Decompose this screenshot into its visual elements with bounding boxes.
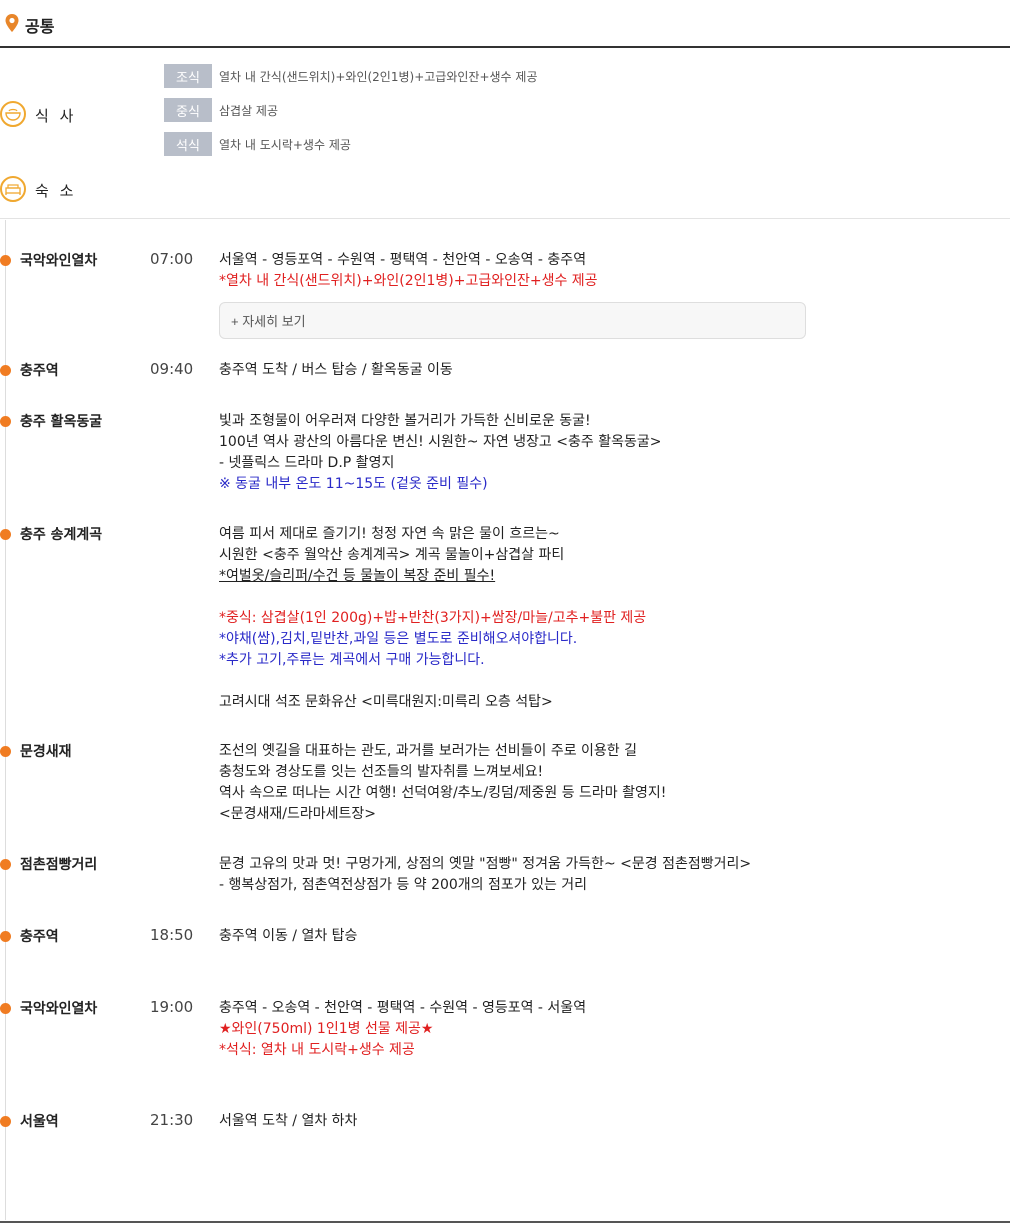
bottom-divider [0, 1221, 1010, 1223]
meal-text: 삼겹살 제공 [219, 103, 279, 118]
description-line: 시원한 <충주 월악산 송계계곡> 계곡 물놀이+삼겹살 파티 [219, 547, 565, 563]
timeline-dot-icon [0, 1003, 11, 1014]
meal-row-breakfast: 조식 열차 내 간식(샌드위치)+와인(2인1병)+고급와인잔+생수 제공 [164, 64, 538, 88]
lodging-category-label: 숙 소 [35, 182, 77, 200]
stop-time: 18:50 [150, 926, 194, 944]
stop-name: 문경새재 [20, 744, 72, 760]
stop-description: 여름 피서 제대로 즐기기! 청정 자연 속 맑은 물이 흐르는~ 시원한 <충주… [219, 524, 646, 713]
stop-description: 충주역 이동 / 열차 탑승 [219, 926, 357, 947]
stop-name: 점촌점빵거리 [20, 857, 98, 873]
meal-text: 열차 내 도시락+생수 제공 [219, 137, 351, 152]
timeline-dot-icon [0, 1116, 11, 1127]
description-line: 충주역 이동 / 열차 탑승 [219, 928, 358, 944]
timeline-dot-icon [0, 416, 11, 427]
description-line: <문경새재/드라마세트장> [219, 806, 376, 822]
stop-time: 07:00 [150, 250, 194, 268]
description-line: 고려시대 석조 문화유산 <미륵대원지:미륵리 오층 석탑> [219, 694, 553, 710]
description-line: - 넷플릭스 드라마 D.P 촬영지 [219, 455, 395, 471]
stop-description: 충주역 - 오송역 - 천안역 - 평택역 - 수원역 - 영등포역 - 서울역… [219, 998, 586, 1061]
description-line: 충청도와 경상도를 잇는 선조들의 발자취를 느껴보세요! [219, 764, 544, 780]
meal-row-lunch: 중식 삼겹살 제공 [164, 98, 278, 122]
stop-description: 문경 고유의 맛과 멋! 구멍가게, 상점의 옛말 "점빵" 정겨움 가득한~ … [219, 854, 751, 896]
stop-time: 09:40 [150, 360, 194, 378]
timeline-dot-icon [0, 859, 11, 870]
timeline-dot-icon [0, 931, 11, 942]
stop-name: 충주 송계계곡 [20, 527, 103, 543]
stop-name: 국악와인열차 [20, 1001, 98, 1017]
description-line: 문경 고유의 맛과 멋! 구멍가게, 상점의 옛말 "점빵" 정겨움 가득한~ … [219, 856, 752, 872]
description-line [219, 671, 646, 692]
description-line: *열차 내 간식(샌드위치)+와인(2인1병)+고급와인잔+생수 제공 [219, 273, 598, 289]
location-pin-icon [5, 14, 19, 32]
stop-description: 충주역 도착 / 버스 탑승 / 활옥동굴 이동 [219, 360, 453, 381]
stop-name: 국악와인열차 [20, 253, 98, 269]
stop-name: 서울역 [20, 1114, 59, 1130]
section-title: 공통 [25, 17, 55, 36]
description-line: 서울역 도착 / 열차 하차 [219, 1113, 358, 1129]
stop-time: 21:30 [150, 1111, 194, 1129]
description-line: 조선의 옛길을 대표하는 관도, 과거를 보러가는 선비들이 주로 이용한 길 [219, 743, 638, 759]
description-line: 충주역 - 오송역 - 천안역 - 평택역 - 수원역 - 영등포역 - 서울역 [219, 1000, 587, 1016]
meal-tag: 석식 [164, 132, 212, 156]
meal-tag: 조식 [164, 64, 212, 88]
description-line: 빛과 조형물이 어우러져 다양한 볼거리가 가득한 신비로운 동굴! [219, 413, 591, 429]
stop-name: 충주 활옥동굴 [20, 414, 103, 430]
timeline-dot-icon [0, 746, 11, 757]
description-line: *추가 고기,주류는 계곡에서 구매 가능합니다. [219, 652, 485, 668]
description-line: *야채(쌈),김치,밑반찬,과일 등은 별도로 준비해오셔야합니다. [219, 631, 578, 647]
description-line: *중식: 삼겹살(1인 200g)+밥+반찬(3가지)+쌈장/마늘/고추+불판 … [219, 610, 647, 626]
stop-description: 조선의 옛길을 대표하는 관도, 과거를 보러가는 선비들이 주로 이용한 길충… [219, 741, 666, 825]
description-line: *여벌옷/슬리퍼/수건 등 물놀이 복장 준비 필수! [219, 568, 496, 584]
more-details-button[interactable]: + 자세히 보기 [219, 302, 806, 339]
stop-name: 충주역 [20, 929, 59, 945]
description-line: *석식: 열차 내 도시락+생수 제공 [219, 1042, 415, 1058]
description-line: 여름 피서 제대로 즐기기! 청정 자연 속 맑은 물이 흐르는~ [219, 526, 560, 542]
stop-name: 충주역 [20, 363, 59, 379]
description-line: 100년 역사 광산의 아름다운 변신! 시원한~ 자연 냉장고 <충주 활옥동… [219, 434, 662, 450]
timeline-dot-icon [0, 529, 11, 540]
description-line: 충주역 도착 / 버스 탑승 / 활옥동굴 이동 [219, 362, 453, 378]
description-line: ★와인(750ml) 1인1병 선물 제공★ [219, 1021, 434, 1037]
description-line: - 행복상점가, 점촌역전상점가 등 약 200개의 점포가 있는 거리 [219, 877, 588, 893]
bed-icon [0, 176, 26, 202]
timeline-dot-icon [0, 255, 11, 266]
meal-lodging-section: 식 사 숙 소 조식 열차 내 간식(샌드위치)+와인(2인1병)+고급와인잔+… [0, 48, 1010, 219]
section-header: 공통 [0, 0, 1010, 48]
timeline-dot-icon [0, 365, 11, 376]
meal-tag: 중식 [164, 98, 212, 122]
stop-description: 빛과 조형물이 어우러져 다양한 볼거리가 가득한 신비로운 동굴! 100년 역… [219, 411, 661, 495]
description-line: 서울역 - 영등포역 - 수원역 - 평택역 - 천안역 - 오송역 - 충주역 [219, 252, 587, 268]
description-line: ※ 동굴 내부 온도 11~15도 (겉옷 준비 필수) [219, 476, 488, 492]
meal-text: 열차 내 간식(샌드위치)+와인(2인1병)+고급와인잔+생수 제공 [219, 69, 538, 84]
stop-description: 서울역 도착 / 열차 하차 [219, 1111, 357, 1132]
meal-category-label: 식 사 [35, 107, 77, 125]
description-line: 역사 속으로 떠나는 시간 여행! 선덕여왕/추노/킹덤/제중원 등 드라마 촬… [219, 785, 667, 801]
description-line [219, 587, 646, 608]
meal-row-dinner: 석식 열차 내 도시락+생수 제공 [164, 132, 351, 156]
stop-time: 19:00 [150, 998, 194, 1016]
meal-bowl-icon [0, 101, 26, 127]
stop-description: 서울역 - 영등포역 - 수원역 - 평택역 - 천안역 - 오송역 - 충주역… [219, 250, 598, 292]
